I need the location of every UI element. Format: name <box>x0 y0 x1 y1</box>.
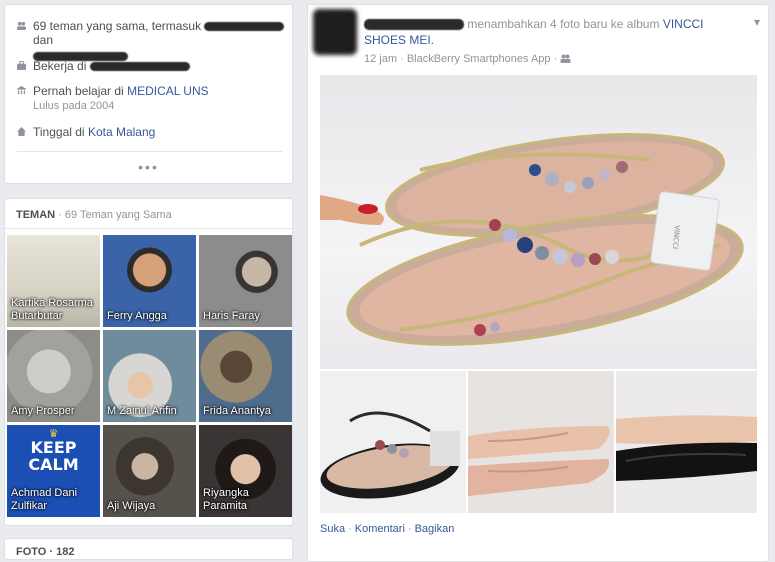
friend-name[interactable]: Amy Prosper <box>11 405 96 418</box>
divider <box>17 151 282 152</box>
chevron-down-icon[interactable]: ▾ <box>754 15 760 29</box>
friend-tile[interactable]: Ferry Angga <box>103 235 196 327</box>
intro-card: 69 teman yang sama, termasuk dan Bekerja… <box>4 4 293 184</box>
education-prefix: Pernah belajar di <box>33 84 124 98</box>
home-icon <box>17 127 26 136</box>
photo-thumbnail[interactable] <box>616 371 757 513</box>
mutual-friends-row: 69 teman yang sama, termasuk dan <box>17 19 292 62</box>
mutual-friends-text: 69 teman yang sama, termasuk <box>33 19 202 33</box>
friend-name[interactable]: Ferry Angga <box>107 310 192 323</box>
friend-name[interactable]: M Zainul Arifin <box>107 405 192 418</box>
lives-prefix: Tinggal di <box>33 125 85 139</box>
share-button[interactable]: Bagikan <box>415 523 455 535</box>
post-action-text: menambahkan 4 foto baru ke album <box>467 17 660 31</box>
redacted-author-name[interactable] <box>364 19 464 31</box>
post-meta: 12 jam · BlackBerry Smartphones App · <box>364 53 571 65</box>
work-prefix: Bekerja di <box>33 59 87 73</box>
black-flats-thumb-illustration <box>616 415 757 481</box>
redacted-employer[interactable] <box>89 62 190 72</box>
friends-audience-icon[interactable] <box>560 54 571 63</box>
redacted-name <box>204 22 285 32</box>
friend-tile[interactable]: Riyangka Paramita <box>199 425 292 517</box>
photo-thumbnail[interactable] <box>320 371 466 513</box>
like-button[interactable]: Suka <box>320 523 345 535</box>
education-sub: Lulus pada 2004 <box>33 100 115 112</box>
photos-card: FOTO · 182 <box>4 538 293 560</box>
friend-name[interactable]: Aji Wijaya <box>107 500 192 513</box>
friend-tile[interactable]: Aji Wijaya <box>103 425 196 517</box>
friends-mutual-count[interactable]: · 69 Teman yang Sama <box>58 209 172 221</box>
friend-tile[interactable]: M Zainul Arifin <box>103 330 196 422</box>
flats-thumb-illustration <box>468 426 610 496</box>
photo-thumbnail[interactable] <box>468 371 614 513</box>
post-time[interactable]: 12 jam <box>364 53 397 65</box>
keep-calm-graphic: KEEP CALM <box>28 438 79 474</box>
main-photo[interactable]: VINCCI <box>320 75 757 369</box>
friend-name[interactable]: Haris Faray <box>203 310 288 323</box>
friend-tile[interactable]: ♛ KEEP CALM Achmad Dani Zulfikar <box>7 425 100 517</box>
friends-card: TEMAN · 69 Teman yang Sama Kartika Rosar… <box>4 198 293 526</box>
comment-button[interactable]: Komentari <box>355 523 405 535</box>
sandal-thumb-illustration <box>320 411 460 499</box>
briefcase-icon <box>17 61 26 70</box>
feed-post: menambahkan 4 foto baru ke album VINCCI … <box>307 4 769 562</box>
friend-name[interactable]: Achmad Dani Zulfikar <box>11 487 96 513</box>
education-row: Pernah belajar di MEDICAL UNS Lulus pada… <box>17 84 209 112</box>
friend-tile[interactable]: Frida Anantya <box>199 330 292 422</box>
friends-header: TEMAN · 69 Teman yang Sama <box>16 209 172 221</box>
friend-name[interactable]: Kartika Rosarma Butarbutar <box>11 297 96 323</box>
mutual-friends-and: dan <box>33 33 54 47</box>
education-school-link[interactable]: MEDICAL UNS <box>127 84 209 98</box>
friend-name[interactable]: Riyangka Paramita <box>203 487 288 513</box>
sandals-illustration: VINCCI <box>320 133 744 346</box>
divider <box>5 228 292 229</box>
friend-name[interactable]: Frida Anantya <box>203 405 288 418</box>
lives-row: Tinggal di Kota Malang <box>17 125 155 139</box>
friend-tile[interactable]: Amy Prosper <box>7 330 100 422</box>
post-header: menambahkan 4 foto baru ke album VINCCI … <box>364 16 744 48</box>
lives-city-link[interactable]: Kota Malang <box>88 125 155 139</box>
work-row: Bekerja di <box>17 59 190 73</box>
photos-title[interactable]: FOTO · 182 <box>16 546 74 558</box>
post-actions: Suka · Komentari · Bagikan <box>320 523 455 535</box>
author-avatar[interactable] <box>313 9 357 55</box>
friends-title[interactable]: TEMAN <box>16 209 55 221</box>
friend-tile[interactable]: Haris Faray <box>199 235 292 327</box>
more-button[interactable]: ••• <box>5 159 292 175</box>
school-icon <box>17 86 26 95</box>
friends-icon <box>17 21 26 30</box>
friends-grid: Kartika Rosarma Butarbutar Ferry Angga H… <box>7 235 292 517</box>
friend-tile[interactable]: Kartika Rosarma Butarbutar <box>7 235 100 327</box>
post-source[interactable]: BlackBerry Smartphones App <box>407 53 551 65</box>
